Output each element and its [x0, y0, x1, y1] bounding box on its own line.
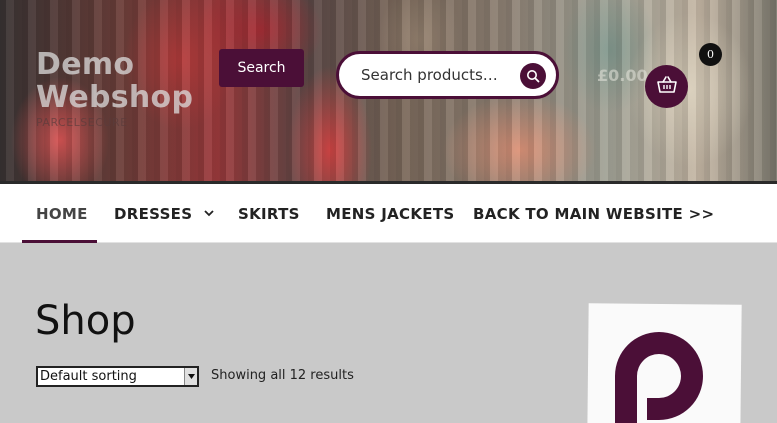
sort-selected-value: Default sorting: [40, 369, 137, 384]
page-title: Shop: [35, 298, 136, 344]
search-button[interactable]: Search: [219, 49, 304, 87]
cart-count-badge: 0: [699, 43, 722, 66]
cart-button[interactable]: [645, 65, 688, 108]
basket-icon: [656, 75, 678, 99]
nav-item-label: DRESSES: [114, 204, 193, 223]
site-title-line2: Webshop: [36, 80, 194, 115]
nav-item-skirts[interactable]: SKIRTS: [238, 184, 300, 243]
site-title-line1: Demo: [36, 47, 135, 82]
sort-select[interactable]: Default sorting: [36, 366, 199, 387]
search-icon[interactable]: [520, 63, 546, 89]
brand-logo-icon: [611, 328, 715, 423]
primary-nav: HOME DRESSES SKIRTS MENS JACKETS BACK TO…: [0, 184, 777, 243]
search-input[interactable]: [361, 66, 511, 84]
nav-item-back-to-main[interactable]: BACK TO MAIN WEBSITE >>: [473, 184, 714, 243]
dropdown-arrow-icon[interactable]: [184, 368, 197, 385]
site-title[interactable]: Demo Webshop: [36, 48, 193, 114]
nav-active-indicator: [22, 240, 97, 243]
product-search-box: [336, 51, 559, 99]
site-tagline: PARCELSECURE: [36, 116, 128, 129]
nav-item-dresses[interactable]: DRESSES: [114, 184, 214, 243]
nav-item-mens-jackets[interactable]: MENS JACKETS: [326, 184, 454, 243]
nav-item-home[interactable]: HOME: [36, 184, 88, 243]
result-count: Showing all 12 results: [211, 368, 354, 383]
chevron-down-icon[interactable]: [204, 210, 214, 217]
cart-total[interactable]: £0.00: [597, 66, 648, 85]
